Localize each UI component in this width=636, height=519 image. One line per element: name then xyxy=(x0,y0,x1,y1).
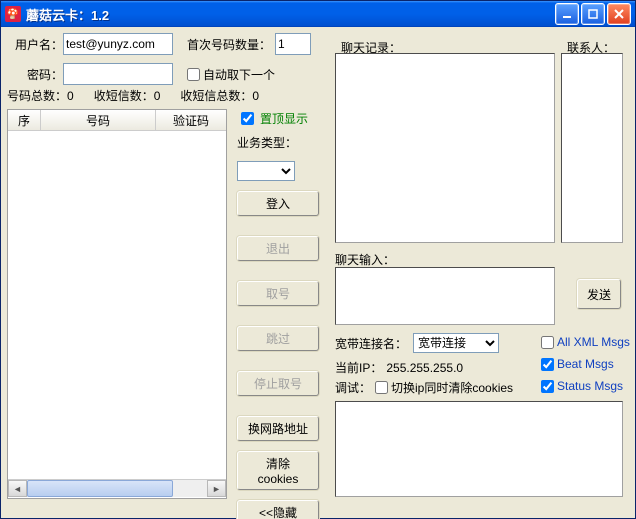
broadband-label: 宽带连接名： xyxy=(335,335,407,352)
minimize-button[interactable] xyxy=(555,3,579,25)
currentip-value: 255.255.255.0 xyxy=(386,361,463,375)
username-input[interactable] xyxy=(63,33,173,55)
chatlog-box[interactable] xyxy=(335,53,555,243)
sms-total-stat: 收短信总数：0 xyxy=(180,87,259,104)
logout-button[interactable]: 退出 xyxy=(237,236,319,261)
biztype-select[interactable] xyxy=(237,161,295,181)
num-total-stat: 号码总数：0 xyxy=(7,87,74,104)
beat-checkbox[interactable]: Beat Msgs xyxy=(541,357,630,371)
hide-button[interactable]: <<隐藏 xyxy=(237,500,319,519)
contacts-box[interactable] xyxy=(561,53,623,243)
stop-get-button[interactable]: 停止取号 xyxy=(237,371,319,396)
scroll-right-icon[interactable]: ► xyxy=(207,480,226,497)
send-button[interactable]: 发送 xyxy=(577,279,621,309)
broadband-select[interactable]: 宽带连接 xyxy=(413,333,499,353)
col-seq[interactable]: 序 xyxy=(8,110,41,130)
change-route-button[interactable]: 换网路地址 xyxy=(237,416,319,441)
sms-count-stat: 收短信数：0 xyxy=(94,87,161,104)
currentip-label: 当前IP： xyxy=(335,359,382,376)
chatinput-box[interactable] xyxy=(335,267,555,325)
biztype-label: 业务类型： xyxy=(237,136,297,150)
log-box[interactable] xyxy=(335,401,623,497)
maximize-button[interactable] xyxy=(581,3,605,25)
initial-count-input[interactable] xyxy=(275,33,311,55)
chatinput-label: 聊天输入： xyxy=(335,251,395,268)
password-input[interactable] xyxy=(63,63,173,85)
col-code[interactable]: 验证码 xyxy=(156,110,226,130)
titlebar: 🍄 蘑菇云卡：1.2 xyxy=(1,1,635,27)
clear-cookies-button[interactable]: 清除cookies xyxy=(237,451,319,490)
allxml-checkbox[interactable]: All XML Msgs xyxy=(541,335,630,349)
auto-next-checkbox[interactable]: 自动取下一个 xyxy=(187,66,275,83)
username-label: 用户名： xyxy=(7,36,63,53)
table-body xyxy=(8,131,226,479)
password-label: 密码： xyxy=(7,66,63,83)
client-area: 用户名： 首次号码数量： 聊天记录： 联系人： 密码： 自动取下一个 号码总数：… xyxy=(1,27,635,518)
action-panel: 置顶显示 业务类型： 登入 退出 取号 跳过 停止取号 换网路地址 清除cook… xyxy=(237,109,321,519)
always-on-top-checkbox[interactable]: 置顶显示 xyxy=(237,109,321,128)
table-hscrollbar[interactable]: ◄ ► xyxy=(8,479,226,497)
status-checkbox[interactable]: Status Msgs xyxy=(541,379,630,393)
debug-label: 调试： xyxy=(335,379,371,396)
get-number-button[interactable]: 取号 xyxy=(237,281,319,306)
col-number[interactable]: 号码 xyxy=(41,110,156,130)
scroll-left-icon[interactable]: ◄ xyxy=(8,480,27,497)
app-icon: 🍄 xyxy=(5,6,21,22)
close-button[interactable] xyxy=(607,3,631,25)
initial-count-label: 首次号码数量： xyxy=(187,36,271,53)
skip-button[interactable]: 跳过 xyxy=(237,326,319,351)
auto-next-label: 自动取下一个 xyxy=(203,66,275,83)
number-table: 序 号码 验证码 ◄ ► xyxy=(7,109,227,499)
login-button[interactable]: 登入 xyxy=(237,191,319,216)
window-title: 蘑菇云卡：1.2 xyxy=(26,5,555,24)
debug-clearcookies-checkbox[interactable]: 切换ip同时清除cookies xyxy=(375,379,513,396)
app-window: 🍄 蘑菇云卡：1.2 用户名： 首次号码数量： 聊天记录： 联系人： 密码： xyxy=(0,0,636,519)
